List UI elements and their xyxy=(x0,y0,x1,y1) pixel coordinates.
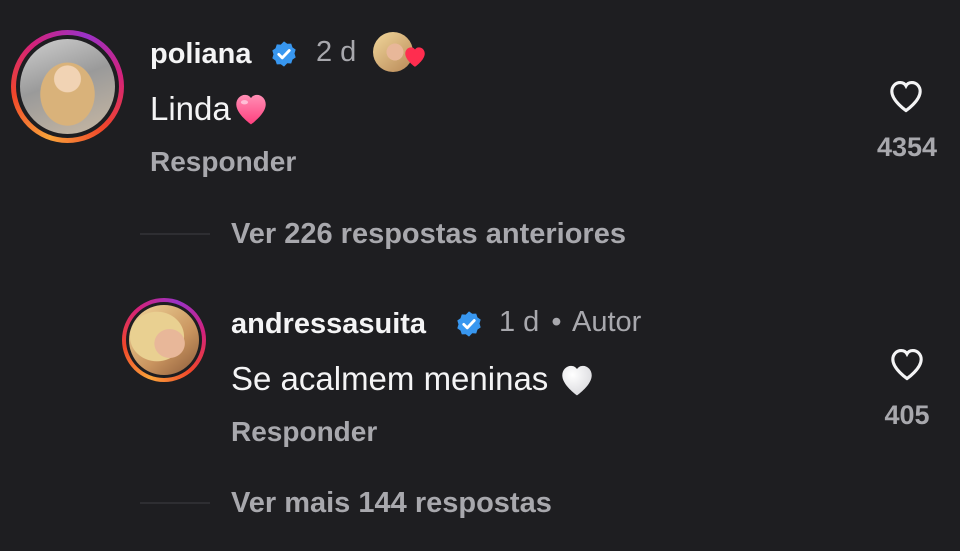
comment-body: Linda xyxy=(150,90,231,127)
view-more-replies-link[interactable]: Ver mais 144 respostas xyxy=(231,487,552,520)
author-badge: Autor xyxy=(572,306,642,338)
liked-by-author xyxy=(373,32,429,76)
pink-heart-icon xyxy=(236,95,266,125)
heart-outline-icon[interactable] xyxy=(885,76,927,114)
meta-separator: • xyxy=(551,306,562,338)
avatar-image xyxy=(20,39,115,134)
thread-divider xyxy=(140,233,210,235)
avatar-poliana[interactable] xyxy=(11,30,124,143)
avatar-andressasuita[interactable] xyxy=(122,298,206,382)
comment-time: 1 d xyxy=(499,306,540,338)
like-count: 405 xyxy=(884,400,930,430)
like-count: 4354 xyxy=(876,132,938,162)
comment-body: Se acalmem meninas xyxy=(231,360,549,397)
comment-time: 2 d xyxy=(316,36,357,68)
comment-meta: 1 d • Autor xyxy=(499,306,641,339)
comments-view: poliana 2 d Linda Responder 4354 Ver 226… xyxy=(0,0,960,551)
avatar-image xyxy=(129,305,199,375)
comment-text: Linda xyxy=(150,90,271,128)
view-previous-replies-link[interactable]: Ver 226 respostas anteriores xyxy=(231,218,626,251)
verified-badge-icon xyxy=(457,311,481,337)
comment-text: Se acalmem meninas xyxy=(231,360,597,398)
heart-outline-icon[interactable] xyxy=(886,344,928,382)
thread-divider xyxy=(140,502,210,504)
reply-button[interactable]: Responder xyxy=(231,416,377,448)
reply-button[interactable]: Responder xyxy=(150,146,296,178)
white-heart-icon xyxy=(562,366,593,396)
username-poliana[interactable]: poliana xyxy=(150,38,252,71)
verified-badge-icon xyxy=(272,41,296,67)
heart-filled-icon xyxy=(405,47,425,67)
username-andressasuita[interactable]: andressasuita xyxy=(231,308,426,341)
